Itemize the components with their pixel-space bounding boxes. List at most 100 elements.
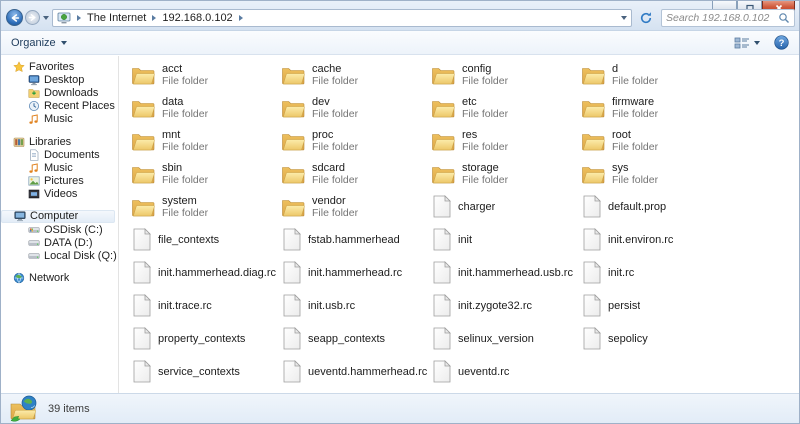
sidebar-item-data-d[interactable]: DATA (D:) [1, 236, 118, 249]
grid-item-sbin[interactable]: sbinFile folder [131, 157, 281, 190]
grid-item-dev[interactable]: devFile folder [281, 91, 431, 124]
sidebar-item-local-disk-q[interactable]: Local Disk (Q:) [1, 249, 118, 262]
os-disk-icon [28, 224, 40, 236]
folder-icon [581, 98, 605, 118]
grid-item-persist[interactable]: persist [581, 289, 731, 322]
grid-item-service-contexts[interactable]: service_contexts [131, 355, 281, 388]
breadcrumb-root[interactable]: The Internet [85, 12, 148, 24]
grid-item-init-hammerhead-rc[interactable]: init.hammerhead.rc [281, 256, 431, 289]
sidebar-item-favorites[interactable]: Favorites [1, 60, 118, 73]
grid-item-sepolicy[interactable]: sepolicy [581, 322, 731, 355]
grid-item-init-usb-rc[interactable]: init.usb.rc [281, 289, 431, 322]
grid-item-system[interactable]: systemFile folder [131, 190, 281, 223]
item-name: sepolicy [608, 333, 648, 345]
sidebar-item-music[interactable]: Music [1, 161, 118, 174]
grid-item-vendor[interactable]: vendorFile folder [281, 190, 431, 223]
sidebar-item-osdisk-c[interactable]: OSDisk (C:) [1, 223, 118, 236]
grid-item-sys[interactable]: sysFile folder [581, 157, 731, 190]
file-icon [433, 261, 451, 284]
item-type-label: File folder [612, 141, 658, 153]
sidebar-item-libraries[interactable]: Libraries [1, 135, 118, 148]
computer-icon [14, 210, 26, 222]
grid-item-property-contexts[interactable]: property_contexts [131, 322, 281, 355]
file-icon [283, 228, 301, 251]
search-icon[interactable] [778, 12, 790, 24]
address-bar[interactable]: The Internet 192.168.0.102 [52, 9, 632, 27]
grid-item-data[interactable]: dataFile folder [131, 91, 281, 124]
sidebar-item-videos[interactable]: Videos [1, 188, 118, 201]
file-icon [583, 195, 601, 218]
grid-item-mnt[interactable]: mntFile folder [131, 124, 281, 157]
grid-item-d[interactable]: dFile folder [581, 58, 731, 91]
breadcrumb-location[interactable]: 192.168.0.102 [160, 12, 234, 24]
grid-item-fstab-hammerhead[interactable]: fstab.hammerhead [281, 223, 431, 256]
item-name: init.hammerhead.diag.rc [158, 267, 276, 279]
sidebar-item-label: Network [29, 272, 69, 284]
item-name: file_contexts [158, 234, 219, 246]
search-input[interactable] [666, 12, 778, 24]
sidebar-item-label: OSDisk (C:) [44, 224, 103, 236]
grid-item-etc[interactable]: etcFile folder [431, 91, 581, 124]
grid-item-init-zygote32-rc[interactable]: init.zygote32.rc [431, 289, 581, 322]
forward-button[interactable] [25, 10, 40, 25]
sidebar-item-label: Recent Places [44, 100, 115, 112]
grid-item-firmware[interactable]: firmwareFile folder [581, 91, 731, 124]
item-name: mnt [162, 129, 208, 141]
back-button[interactable] [6, 9, 23, 26]
grid-item-proc[interactable]: procFile folder [281, 124, 431, 157]
sidebar-item-label: Music [44, 162, 73, 174]
search-box [661, 9, 795, 27]
chevron-down-icon [754, 41, 760, 45]
help-icon: ? [774, 35, 789, 50]
grid-item-charger[interactable]: charger [431, 190, 581, 223]
grid-item-acct[interactable]: acctFile folder [131, 58, 281, 91]
sidebar-item-pictures[interactable]: Pictures [1, 175, 118, 188]
sidebar-item-label: Libraries [29, 136, 71, 148]
sidebar-item-label: Videos [44, 188, 77, 200]
item-name: d [612, 63, 658, 75]
grid-item-cache[interactable]: cacheFile folder [281, 58, 431, 91]
sidebar-item-desktop[interactable]: Desktop [1, 73, 118, 86]
change-view-button[interactable] [734, 37, 760, 49]
grid-item-config[interactable]: configFile folder [431, 58, 581, 91]
sidebar-item-network[interactable]: Network [1, 272, 118, 285]
grid-item-seapp-contexts[interactable]: seapp_contexts [281, 322, 431, 355]
sidebar-item-computer[interactable]: Computer [1, 210, 115, 223]
folder-icon [581, 131, 605, 151]
grid-item-init-hammerhead-usb-rc[interactable]: init.hammerhead.usb.rc [431, 256, 581, 289]
music-icon [28, 162, 40, 174]
grid-item-init-trace-rc[interactable]: init.trace.rc [131, 289, 281, 322]
file-icon [433, 195, 451, 218]
item-name: init.environ.rc [608, 234, 673, 246]
grid-item-selinux-version[interactable]: selinux_version [431, 322, 581, 355]
grid-item-init[interactable]: init [431, 223, 581, 256]
sidebar-item-music[interactable]: Music [1, 113, 118, 126]
folder-icon [131, 65, 155, 85]
grid-item-init-rc[interactable]: init.rc [581, 256, 731, 289]
grid-item-init-environ-rc[interactable]: init.environ.rc [581, 223, 731, 256]
help-button[interactable]: ? [774, 35, 789, 50]
grid-item-file-contexts[interactable]: file_contexts [131, 223, 281, 256]
grid-item-ueventd-hammerhead-rc[interactable]: ueventd.hammerhead.rc [281, 355, 431, 388]
organize-button[interactable]: Organize [11, 37, 67, 49]
grid-item-storage[interactable]: storageFile folder [431, 157, 581, 190]
sidebar-item-label: Downloads [44, 87, 98, 99]
sidebar-item-downloads[interactable]: Downloads [1, 86, 118, 99]
refresh-button[interactable] [637, 10, 654, 26]
history-dropdown-icon[interactable] [43, 16, 49, 20]
file-icon [583, 327, 601, 350]
item-name: proc [312, 129, 358, 141]
address-dropdown-icon[interactable] [621, 16, 627, 20]
grid-item-sdcard[interactable]: sdcardFile folder [281, 157, 431, 190]
grid-item-res[interactable]: resFile folder [431, 124, 581, 157]
downloads-icon [28, 87, 40, 99]
folder-icon [281, 197, 305, 217]
sidebar-item-documents[interactable]: Documents [1, 148, 118, 161]
grid-item-ueventd-rc[interactable]: ueventd.rc [431, 355, 581, 388]
grid-item-init-hammerhead-diag-rc[interactable]: init.hammerhead.diag.rc [131, 256, 281, 289]
grid-item-default-prop[interactable]: default.prop [581, 190, 731, 223]
sidebar-item-recent-places[interactable]: Recent Places [1, 100, 118, 113]
sidebar-group-favorites: FavoritesDesktopDownloadsRecent PlacesMu… [1, 60, 118, 126]
item-name: ueventd.hammerhead.rc [308, 366, 427, 378]
grid-item-root[interactable]: rootFile folder [581, 124, 731, 157]
